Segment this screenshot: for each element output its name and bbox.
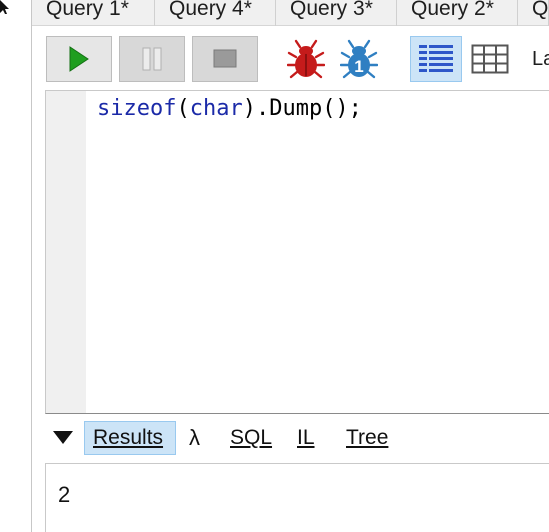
left-pane (0, 0, 32, 532)
triangle-down-icon[interactable] (53, 431, 73, 445)
tab-sql[interactable]: SQL (230, 421, 272, 455)
tab-tree[interactable]: Tree (346, 421, 388, 455)
tab-il[interactable]: IL (297, 421, 315, 455)
tab-query-3[interactable]: Query 3* (276, 0, 397, 26)
tab-query-4[interactable]: Query 4* (155, 0, 276, 26)
tab-lambda[interactable]: λ (189, 421, 200, 455)
stop-icon (213, 49, 237, 68)
code-editor[interactable]: sizeof(char).Dump(); (45, 90, 549, 414)
code-line-1[interactable]: sizeof(char).Dump(); (97, 95, 362, 123)
tab-query-1[interactable]: Query 1* (32, 0, 155, 26)
open-paren: ( (176, 96, 190, 121)
tab-results[interactable]: Results (84, 421, 176, 455)
data-grid-icon (471, 44, 509, 74)
language-label[interactable]: La (532, 48, 549, 71)
data-grid-results-button[interactable] (464, 36, 516, 82)
debug-button[interactable] (286, 38, 326, 80)
query-tab-strip: Query 1* Query 4* Query 3* Query 2* Q (32, 0, 549, 26)
pause-icon (142, 47, 162, 71)
results-label: Results (93, 426, 164, 449)
cursor-arrow-icon (0, 0, 9, 14)
results-tab-bar: Results λ SQL IL Tree (45, 415, 549, 463)
keyword-char: char (189, 96, 243, 121)
rich-text-results-icon (419, 45, 453, 72)
debug-single-button[interactable]: 1 (339, 38, 379, 80)
run-button[interactable] (46, 36, 112, 82)
editor-gutter (46, 91, 86, 413)
tree-label: Tree (346, 426, 389, 449)
il-label: IL (297, 426, 315, 449)
stop-button[interactable] (192, 36, 258, 82)
sql-label: SQL (230, 426, 273, 449)
result-value: 2 (58, 482, 71, 507)
bug-one-icon: 1 (340, 39, 378, 79)
bug-one-badge: 1 (354, 57, 363, 76)
bug-icon (287, 39, 325, 79)
tab-query-partial[interactable]: Q (518, 0, 549, 26)
tab-query-2[interactable]: Query 2* (397, 0, 518, 26)
code-rest: ).Dump(); (242, 96, 362, 121)
rich-text-results-button[interactable] (410, 36, 462, 82)
play-icon (69, 46, 89, 72)
keyword-sizeof: sizeof (97, 96, 177, 121)
pause-button[interactable] (119, 36, 185, 82)
query-toolbar: 1 La (32, 26, 549, 90)
results-output-panel: 2 (45, 463, 549, 532)
